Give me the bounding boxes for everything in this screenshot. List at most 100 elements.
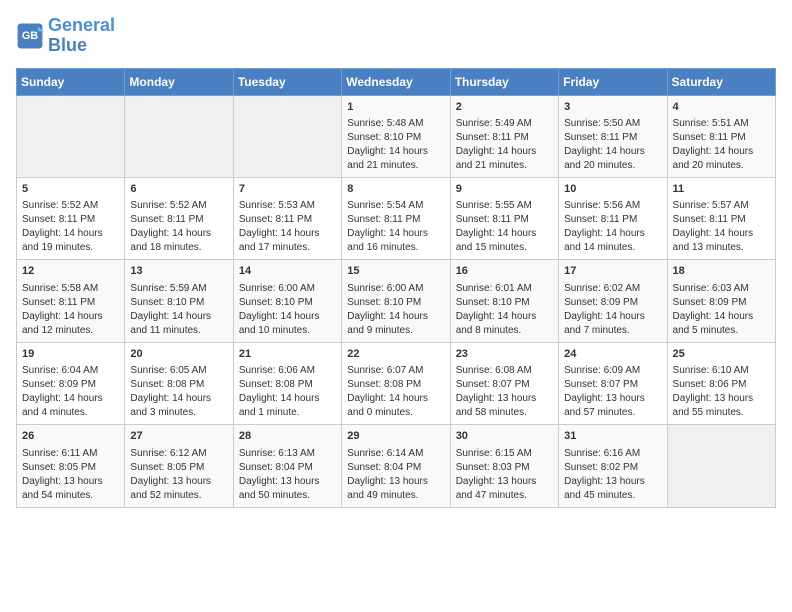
day-info: Sunrise: 5:52 AMSunset: 8:11 PMDaylight:… [22,199,119,255]
calendar-cell: 25 Sunrise: 6:10 AMSunset: 8:06 PMDayligh… [667,342,775,424]
day-header-friday: Friday [559,68,667,95]
day-number: 6 [130,182,227,197]
day-number: 27 [130,429,227,444]
day-number: 15 [347,264,444,279]
day-number: 10 [564,182,661,197]
day-info: Sunrise: 6:03 AMSunset: 8:09 PMDaylight:… [673,282,770,338]
day-number: 3 [564,100,661,115]
day-number: 8 [347,182,444,197]
calendar-cell: 9Sunrise: 5:55 AMSunset: 8:11 PMDaylight… [450,177,558,259]
day-header-sunday: Sunday [17,68,125,95]
calendar-cell: 12Sunrise: 5:58 AMSunset: 8:11 PMDayligh… [17,260,125,342]
calendar-cell: 3 Sunrise: 5:50 AMSunset: 8:11 PMDaylight… [559,95,667,177]
calendar-cell: 7 Sunrise: 5:53 AMSunset: 8:11 PMDaylight… [233,177,341,259]
day-info: Sunrise: 6:10 AMSunset: 8:06 PMDaylight:… [673,364,770,420]
calendar-cell: 28 Sunrise: 6:13 AMSunset: 8:04 PMDayligh… [233,425,341,507]
calendar-cell: 19 Sunrise: 6:04 AMSunset: 8:09 PMDayligh… [17,342,125,424]
day-number: 4 [673,100,770,115]
calendar-cell: 17 Sunrise: 6:02 AMSunset: 8:09 PMDayligh… [559,260,667,342]
day-info: Sunrise: 5:48 AMSunset: 8:10 PMDaylight:… [347,117,444,173]
calendar-cell: 11 Sunrise: 5:57 AMSunset: 8:11 PMDayligh… [667,177,775,259]
day-number: 14 [239,264,336,279]
calendar-cell: 24 Sunrise: 6:09 AMSunset: 8:07 PMDayligh… [559,342,667,424]
logo-icon: GB [16,22,44,50]
day-number: 1 [347,100,444,115]
day-info: Sunrise: 5:58 AMSunset: 8:11 PMDaylight:… [22,282,119,338]
day-number: 18 [673,264,770,279]
day-info: Sunrise: 5:55 AMSunset: 8:11 PMDaylight:… [456,199,553,255]
svg-text:GB: GB [22,30,38,42]
day-info: Sunrise: 5:53 AMSunset: 8:11 PMDaylight:… [239,199,336,255]
calendar-table: SundayMondayTuesdayWednesdayThursdayFrid… [16,68,776,508]
day-header-monday: Monday [125,68,233,95]
day-number: 21 [239,347,336,362]
day-info: Sunrise: 6:05 AMSunset: 8:08 PMDaylight:… [130,364,227,420]
calendar-cell: 29Sunrise: 6:14 AMSunset: 8:04 PMDayligh… [342,425,450,507]
calendar-week-5: 26 Sunrise: 6:11 AMSunset: 8:05 PMDayligh… [17,425,776,507]
calendar-cell [667,425,775,507]
day-number: 17 [564,264,661,279]
logo-text: GeneralBlue [48,16,115,56]
calendar-cell: 26 Sunrise: 6:11 AMSunset: 8:05 PMDayligh… [17,425,125,507]
calendar-cell [125,95,233,177]
day-number: 29 [347,429,444,444]
day-info: Sunrise: 6:11 AMSunset: 8:05 PMDaylight:… [22,447,119,503]
calendar-cell: 2 Sunrise: 5:49 AMSunset: 8:11 PMDaylight… [450,95,558,177]
day-info: Sunrise: 6:15 AMSunset: 8:03 PMDaylight:… [456,447,553,503]
calendar-week-3: 12Sunrise: 5:58 AMSunset: 8:11 PMDayligh… [17,260,776,342]
page-header: GB GeneralBlue [16,16,776,56]
calendar-cell: 30Sunrise: 6:15 AMSunset: 8:03 PMDayligh… [450,425,558,507]
day-number: 7 [239,182,336,197]
day-number: 25 [673,347,770,362]
calendar-cell: 31Sunrise: 6:16 AMSunset: 8:02 PMDayligh… [559,425,667,507]
day-info: Sunrise: 5:54 AMSunset: 8:11 PMDaylight:… [347,199,444,255]
day-info: Sunrise: 5:52 AMSunset: 8:11 PMDaylight:… [130,199,227,255]
day-info: Sunrise: 6:04 AMSunset: 8:09 PMDaylight:… [22,364,119,420]
calendar-cell: 6 Sunrise: 5:52 AMSunset: 8:11 PMDaylight… [125,177,233,259]
day-info: Sunrise: 6:13 AMSunset: 8:04 PMDaylight:… [239,447,336,503]
day-info: Sunrise: 6:08 AMSunset: 8:07 PMDaylight:… [456,364,553,420]
day-header-wednesday: Wednesday [342,68,450,95]
day-info: Sunrise: 5:51 AMSunset: 8:11 PMDaylight:… [673,117,770,173]
calendar-week-4: 19 Sunrise: 6:04 AMSunset: 8:09 PMDayligh… [17,342,776,424]
day-info: Sunrise: 6:12 AMSunset: 8:05 PMDaylight:… [130,447,227,503]
day-number: 19 [22,347,119,362]
logo: GB GeneralBlue [16,16,115,56]
day-info: Sunrise: 5:57 AMSunset: 8:11 PMDaylight:… [673,199,770,255]
calendar-cell: 1 Sunrise: 5:48 AMSunset: 8:10 PMDaylight… [342,95,450,177]
day-info: Sunrise: 5:50 AMSunset: 8:11 PMDaylight:… [564,117,661,173]
day-info: Sunrise: 6:00 AMSunset: 8:10 PMDaylight:… [347,282,444,338]
calendar-cell: 10Sunrise: 5:56 AMSunset: 8:11 PMDayligh… [559,177,667,259]
day-number: 5 [22,182,119,197]
day-number: 13 [130,264,227,279]
day-number: 11 [673,182,770,197]
calendar-cell: 8 Sunrise: 5:54 AMSunset: 8:11 PMDaylight… [342,177,450,259]
day-info: Sunrise: 6:06 AMSunset: 8:08 PMDaylight:… [239,364,336,420]
day-info: Sunrise: 6:00 AMSunset: 8:10 PMDaylight:… [239,282,336,338]
calendar-cell: 27 Sunrise: 6:12 AMSunset: 8:05 PMDayligh… [125,425,233,507]
day-info: Sunrise: 6:07 AMSunset: 8:08 PMDaylight:… [347,364,444,420]
calendar-cell: 4 Sunrise: 5:51 AMSunset: 8:11 PMDaylight… [667,95,775,177]
calendar-cell: 13Sunrise: 5:59 AMSunset: 8:10 PMDayligh… [125,260,233,342]
day-info: Sunrise: 5:49 AMSunset: 8:11 PMDaylight:… [456,117,553,173]
day-info: Sunrise: 6:09 AMSunset: 8:07 PMDaylight:… [564,364,661,420]
day-number: 31 [564,429,661,444]
calendar-cell: 5 Sunrise: 5:52 AMSunset: 8:11 PMDaylight… [17,177,125,259]
calendar-week-1: 1 Sunrise: 5:48 AMSunset: 8:10 PMDaylight… [17,95,776,177]
calendar-cell [233,95,341,177]
day-number: 28 [239,429,336,444]
day-header-thursday: Thursday [450,68,558,95]
calendar-cell: 14 Sunrise: 6:00 AMSunset: 8:10 PMDayligh… [233,260,341,342]
calendar-cell: 15 Sunrise: 6:00 AMSunset: 8:10 PMDayligh… [342,260,450,342]
calendar-cell: 18 Sunrise: 6:03 AMSunset: 8:09 PMDayligh… [667,260,775,342]
day-header-saturday: Saturday [667,68,775,95]
day-number: 22 [347,347,444,362]
day-info: Sunrise: 6:01 AMSunset: 8:10 PMDaylight:… [456,282,553,338]
day-number: 24 [564,347,661,362]
day-number: 20 [130,347,227,362]
day-number: 2 [456,100,553,115]
day-number: 26 [22,429,119,444]
day-info: Sunrise: 6:02 AMSunset: 8:09 PMDaylight:… [564,282,661,338]
calendar-cell: 21 Sunrise: 6:06 AMSunset: 8:08 PMDayligh… [233,342,341,424]
calendar-cell [17,95,125,177]
